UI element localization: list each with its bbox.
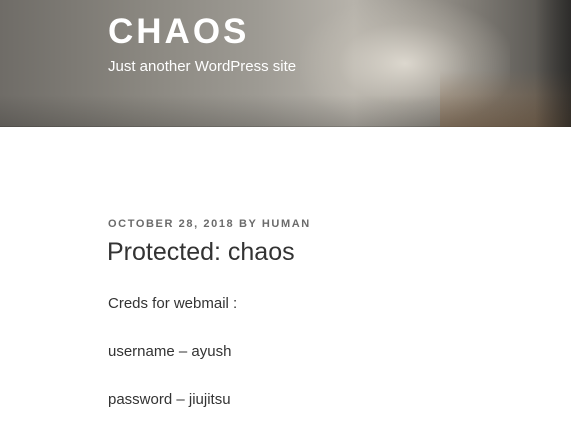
- by-label: BY: [238, 218, 258, 230]
- post-content: Creds for webmail : username – ayush pas…: [108, 294, 548, 438]
- entry-meta: OCTOBER 28, 2018 BY HUMAN: [108, 216, 311, 232]
- post-paragraph: Creds for webmail :: [108, 295, 238, 312]
- site-header: CHAOS Just another WordPress site: [0, 0, 571, 127]
- post-paragraph: password – jiujitsu: [108, 391, 231, 408]
- header-background-edge: [535, 0, 571, 127]
- post-date-link[interactable]: OCTOBER 28, 2018: [108, 218, 234, 230]
- author-link[interactable]: HUMAN: [262, 218, 311, 230]
- post-paragraph: username – ayush: [108, 343, 232, 360]
- header-background-shadow: [0, 95, 571, 127]
- post-title: Protected: chaos: [107, 238, 295, 266]
- site-description: Just another WordPress site: [108, 58, 297, 75]
- site-title-link[interactable]: CHAOS: [108, 10, 249, 54]
